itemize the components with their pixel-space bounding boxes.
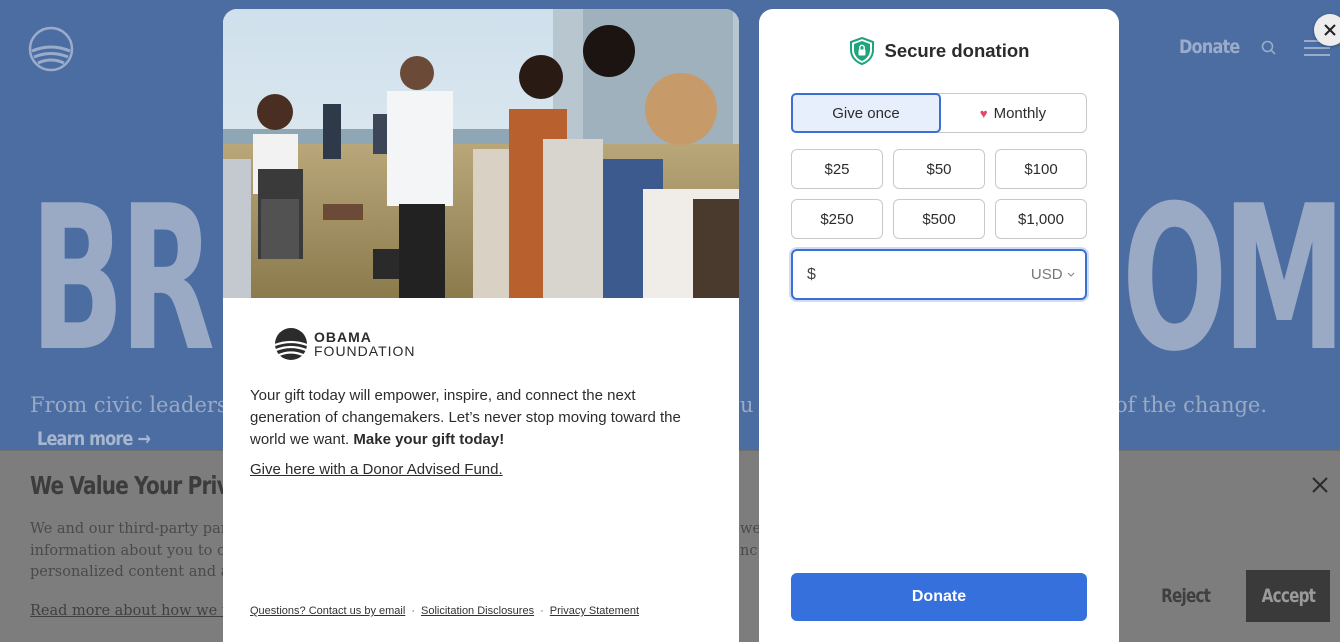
- donation-info-card: OBAMA FOUNDATION Your gift today will em…: [223, 9, 739, 642]
- logo-line-1: OBAMA: [314, 329, 372, 345]
- give-once-label: Give once: [832, 104, 900, 122]
- amount-button-250[interactable]: $250: [791, 199, 883, 239]
- privacy-body-text: We and our third-party partr information…: [30, 519, 240, 584]
- privacy-body-line: personalized content and ad: [30, 564, 239, 580]
- currency-symbol: $: [807, 265, 816, 283]
- modal-close-button[interactable]: [1314, 14, 1340, 46]
- amount-button-100[interactable]: $100: [995, 149, 1087, 189]
- amount-button-500[interactable]: $500: [893, 199, 985, 239]
- donate-button[interactable]: Donate: [791, 573, 1087, 621]
- custom-amount-input[interactable]: [823, 265, 1031, 284]
- chevron-down-icon: [1067, 272, 1074, 277]
- hero-subtitle-fragment: u: [740, 393, 754, 417]
- amount-button-50[interactable]: $50: [893, 149, 985, 189]
- secure-donation-header: Secure donation: [759, 37, 1119, 65]
- intro-bold-text: Make your gift today!: [353, 431, 505, 448]
- footer-links: Questions? Contact us by email · Solicitat…: [250, 605, 639, 617]
- solicitation-disclosures-link[interactable]: Solicitation Disclosures: [421, 605, 534, 617]
- nav-donate-link[interactable]: Donate: [1179, 36, 1240, 58]
- separator: ·: [411, 605, 415, 617]
- intro-paragraph: Your gift today will empower, inspire, a…: [250, 385, 710, 451]
- hero-headline-right: OME: [1122, 163, 1340, 396]
- privacy-body-line: information about you to op: [30, 542, 236, 559]
- donation-form-card: Secure donation Give once ♥ Monthly $25 …: [759, 9, 1119, 642]
- learn-more-link[interactable]: Learn more →: [37, 428, 151, 450]
- give-once-button[interactable]: Give once: [791, 93, 941, 133]
- hero-subtitle-end: of the change.: [1115, 393, 1268, 417]
- donor-advised-fund-link[interactable]: Give here with a Donor Advised Fund.: [250, 461, 503, 478]
- secure-donation-title: Secure donation: [884, 40, 1030, 61]
- privacy-body-line: nc: [740, 542, 758, 559]
- shield-lock-icon: [849, 37, 874, 65]
- currency-code: USD: [1030, 266, 1063, 283]
- close-icon: [1324, 24, 1336, 36]
- monthly-label: Monthly: [993, 104, 1047, 122]
- reject-label: Reject: [1161, 585, 1211, 607]
- close-icon[interactable]: [1308, 473, 1332, 497]
- frequency-toggle: Give once ♥ Monthly: [791, 93, 1087, 133]
- contact-email-link[interactable]: Questions? Contact us by email: [250, 605, 405, 617]
- privacy-read-more-link[interactable]: Read more about how we use: [30, 603, 247, 619]
- heart-icon: ♥: [979, 105, 988, 121]
- obama-foundation-logo: OBAMA FOUNDATION: [274, 327, 416, 361]
- amount-button-25[interactable]: $25: [791, 149, 883, 189]
- accept-button[interactable]: Accept: [1246, 570, 1330, 622]
- currency-select[interactable]: USD: [1031, 266, 1076, 283]
- hero-headline-left: BR: [30, 163, 215, 396]
- custom-amount-field[interactable]: $ USD: [791, 249, 1087, 300]
- amount-options: $25 $50 $100 $250 $500 $1,000: [791, 149, 1087, 239]
- separator: ·: [540, 605, 544, 617]
- foundation-event-photo: [223, 9, 739, 298]
- accept-label: Accept: [1261, 585, 1315, 607]
- amount-button-1000[interactable]: $1,000: [995, 199, 1087, 239]
- obama-foundation-logo-icon: [274, 328, 308, 360]
- reject-button[interactable]: Reject: [1136, 570, 1236, 622]
- privacy-body-line: we: [740, 521, 761, 537]
- privacy-body-line: We and our third-party partr: [30, 521, 241, 537]
- search-icon[interactable]: [1260, 39, 1278, 57]
- monthly-button[interactable]: ♥ Monthly: [940, 94, 1086, 132]
- privacy-statement-link[interactable]: Privacy Statement: [550, 605, 639, 617]
- privacy-body-text-right: we nc: [740, 519, 761, 562]
- logo-line-2: FOUNDATION: [314, 343, 416, 359]
- obama-foundation-logo-icon[interactable]: [28, 26, 74, 72]
- hero-subtitle: From civic leaders: [30, 393, 228, 417]
